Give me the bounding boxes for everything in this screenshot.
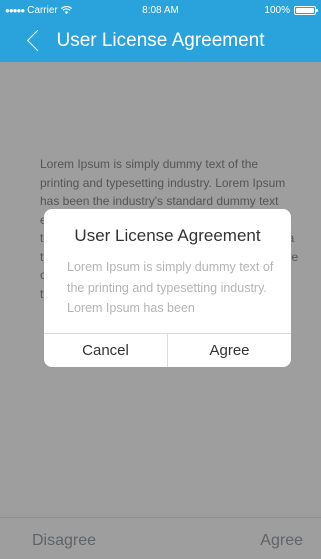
status-right: 100% (264, 5, 318, 16)
dialog-body: Lorem Ipsum is simply dummy text of the … (67, 260, 274, 315)
agree-button[interactable]: Agree (168, 334, 291, 367)
page-title: User License Agreement (56, 30, 265, 51)
battery-icon (294, 6, 318, 15)
header: ●●●●● Carrier 8:08 AM 100% User License … (0, 0, 321, 62)
cancel-button[interactable]: Cancel (44, 334, 167, 367)
status-bar: ●●●●● Carrier 8:08 AM 100% (0, 0, 321, 20)
dialog-title: User License Agreement (74, 226, 261, 245)
license-dialog: User License Agreement Lorem Ipsum is si… (44, 209, 291, 367)
battery-percent: 100% (264, 5, 290, 16)
